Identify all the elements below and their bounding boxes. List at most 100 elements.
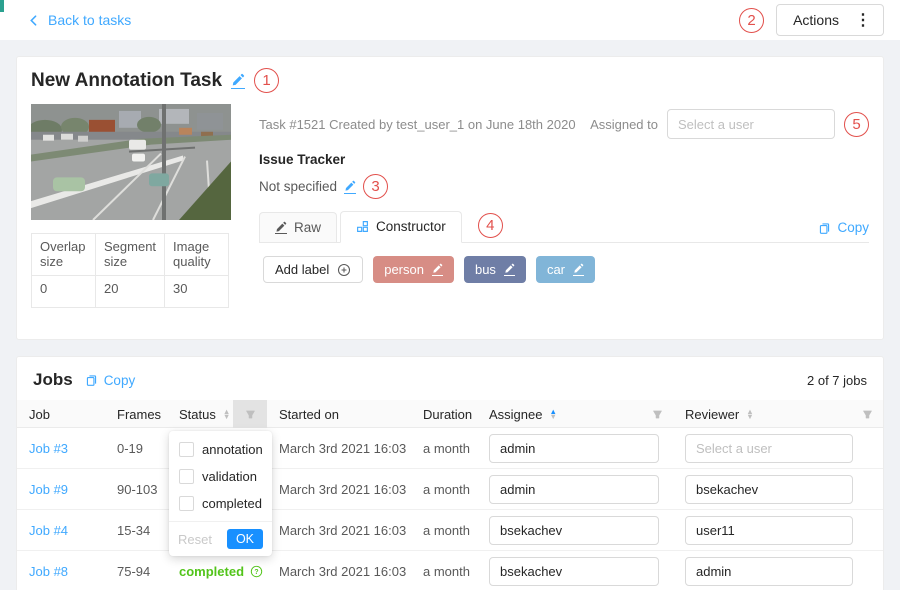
assignee-input[interactable] bbox=[489, 475, 659, 504]
col-duration: Duration bbox=[423, 407, 472, 422]
label-chip-person[interactable]: person bbox=[373, 256, 454, 283]
frames-value: 0-19 bbox=[117, 441, 143, 456]
edge-artifact bbox=[0, 0, 4, 12]
duration-value: a month bbox=[423, 523, 470, 538]
table-row: Job #3 0-19 March 3rd 2021 16:03 a month bbox=[17, 428, 883, 469]
checkbox[interactable] bbox=[179, 496, 194, 511]
assignee-sorter[interactable]: ▲▼ bbox=[549, 409, 556, 420]
annotation-circle-3: 3 bbox=[363, 174, 388, 199]
annotation-circle-4: 4 bbox=[478, 213, 503, 238]
jobs-card: Jobs Copy 2 of 7 jobs Job Frames Status … bbox=[16, 356, 884, 590]
jobs-copy-link[interactable]: Copy bbox=[85, 373, 136, 388]
reviewer-sorter[interactable]: ▲▼ bbox=[746, 409, 753, 420]
tab-raw-label: Raw bbox=[294, 220, 321, 235]
assignee-input[interactable] bbox=[489, 434, 659, 463]
question-circle-icon[interactable]: ? bbox=[250, 565, 263, 578]
duration-value: a month bbox=[423, 564, 470, 579]
filter-reset-button[interactable]: Reset bbox=[178, 532, 212, 547]
checkbox[interactable] bbox=[179, 469, 194, 484]
task-preview-image bbox=[31, 104, 231, 220]
task-details-card: New Annotation Task 1 bbox=[16, 56, 884, 340]
actions-label: Actions bbox=[793, 12, 839, 28]
copy-label: Copy bbox=[104, 373, 136, 388]
table-row: Job #9 90-103 March 3rd 2021 16:03 a mon… bbox=[17, 469, 883, 510]
status-value: completed bbox=[179, 564, 244, 579]
copy-icon bbox=[85, 373, 98, 387]
jobs-table-header: Job Frames Status ▲▼ Started on Duration… bbox=[17, 400, 883, 428]
annotation-circle-1: 1 bbox=[254, 68, 279, 93]
label-chip-bus[interactable]: bus bbox=[464, 256, 526, 283]
assignee-input[interactable] bbox=[489, 516, 659, 545]
add-label-button[interactable]: Add label bbox=[263, 256, 363, 283]
chevron-left-icon bbox=[28, 14, 39, 27]
duration-value: a month bbox=[423, 441, 470, 456]
issue-tracker-label: Issue Tracker bbox=[259, 152, 869, 167]
plus-circle-icon bbox=[337, 263, 351, 277]
reviewer-input[interactable] bbox=[685, 475, 853, 504]
filter-option-annotation[interactable]: annotation bbox=[169, 436, 272, 463]
tab-constructor[interactable]: Constructor bbox=[340, 211, 462, 243]
copy-icon bbox=[818, 221, 831, 235]
reviewer-input[interactable] bbox=[685, 557, 853, 586]
task-parameters-table: Overlap size Segment size Image quality … bbox=[31, 233, 229, 308]
filter-option-label: completed bbox=[202, 496, 262, 511]
param-header: Image quality bbox=[165, 234, 229, 276]
param-value: 20 bbox=[96, 276, 165, 308]
label-name: bus bbox=[475, 262, 496, 277]
assigned-to-input[interactable] bbox=[667, 109, 835, 139]
started-value: March 3rd 2021 16:03 bbox=[279, 441, 406, 456]
actions-button[interactable]: Actions ⋮ bbox=[776, 4, 884, 36]
started-value: March 3rd 2021 16:03 bbox=[279, 564, 406, 579]
svg-text:?: ? bbox=[254, 568, 258, 575]
top-bar: Back to tasks 2 Actions ⋮ bbox=[0, 0, 900, 40]
labels-copy-link[interactable]: Copy bbox=[818, 220, 869, 235]
col-status: Status bbox=[179, 407, 216, 422]
edit-label-icon[interactable] bbox=[432, 263, 443, 276]
edit-label-icon[interactable] bbox=[573, 263, 584, 276]
job-link[interactable]: Job #9 bbox=[29, 482, 68, 497]
reviewer-input[interactable] bbox=[685, 434, 853, 463]
table-row: Job #4 15-34 March 3rd 2021 16:03 a mont… bbox=[17, 510, 883, 551]
assigned-to-label: Assigned to bbox=[590, 117, 658, 132]
task-meta-text: Task #1521 Created by test_user_1 on Jun… bbox=[259, 117, 576, 132]
back-to-tasks-link[interactable]: Back to tasks bbox=[28, 12, 131, 28]
tab-raw[interactable]: Raw bbox=[259, 212, 337, 242]
frames-value: 75-94 bbox=[117, 564, 150, 579]
started-value: March 3rd 2021 16:03 bbox=[279, 482, 406, 497]
filter-option-validation[interactable]: validation bbox=[169, 463, 272, 490]
filter-option-label: annotation bbox=[202, 442, 263, 457]
edit-label-icon[interactable] bbox=[504, 263, 515, 276]
job-link[interactable]: Job #8 bbox=[29, 564, 68, 579]
job-link[interactable]: Job #3 bbox=[29, 441, 68, 456]
label-name: person bbox=[384, 262, 424, 277]
reviewer-input[interactable] bbox=[685, 516, 853, 545]
label-chip-car[interactable]: car bbox=[536, 256, 595, 283]
reviewer-filter-icon[interactable] bbox=[862, 409, 873, 420]
status-sorter[interactable]: ▲▼ bbox=[223, 409, 230, 420]
param-header: Overlap size bbox=[32, 234, 96, 276]
filter-option-completed[interactable]: completed bbox=[169, 490, 272, 517]
jobs-title: Jobs bbox=[33, 370, 73, 390]
col-reviewer: Reviewer bbox=[685, 407, 739, 422]
labels-editor: Raw Constructor 4 bbox=[259, 211, 869, 296]
assignee-input[interactable] bbox=[489, 557, 659, 586]
filter-ok-button[interactable]: OK bbox=[227, 529, 263, 549]
jobs-table: Job Frames Status ▲▼ Started on Duration… bbox=[17, 400, 883, 590]
checkbox[interactable] bbox=[179, 442, 194, 457]
edit-issue-tracker-icon[interactable] bbox=[344, 180, 356, 194]
edit-title-icon[interactable] bbox=[231, 73, 245, 89]
col-started: Started on bbox=[279, 407, 339, 422]
annotation-circle-5: 5 bbox=[844, 112, 869, 137]
param-header: Segment size bbox=[96, 234, 165, 276]
issue-tracker-value: Not specified bbox=[259, 179, 337, 194]
task-title: New Annotation Task bbox=[31, 70, 222, 92]
task-page: Back to tasks 2 Actions ⋮ New Annotation… bbox=[0, 0, 900, 590]
ellipsis-vertical-icon: ⋮ bbox=[855, 10, 871, 30]
job-link[interactable]: Job #4 bbox=[29, 523, 68, 538]
assignee-filter-icon[interactable] bbox=[652, 409, 663, 420]
pencil-icon bbox=[275, 221, 287, 234]
filter-option-label: validation bbox=[202, 469, 257, 484]
status-filter-icon[interactable] bbox=[233, 400, 267, 428]
status-filter-dropdown: annotation validation completed Reset OK bbox=[169, 431, 272, 556]
started-value: March 3rd 2021 16:03 bbox=[279, 523, 406, 538]
